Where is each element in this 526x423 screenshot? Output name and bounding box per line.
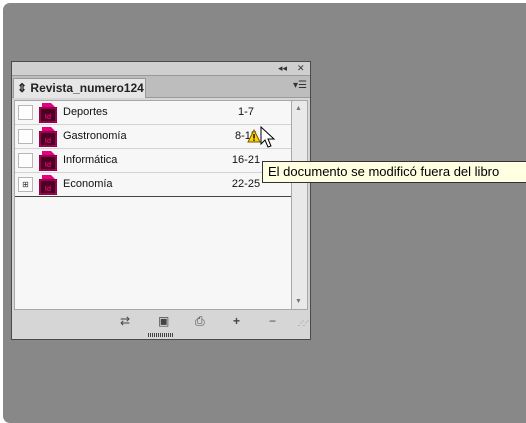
document-row[interactable]: ⊞ Id Economía 22-25 xyxy=(15,173,291,197)
panel-titlebar[interactable]: ◂◂ ✕ xyxy=(12,62,310,76)
indesign-document-icon: Id xyxy=(39,103,57,123)
document-row[interactable]: Id Informática 16-21 xyxy=(15,149,291,173)
indesign-document-icon: Id xyxy=(39,175,57,195)
indesign-document-icon: Id xyxy=(39,151,57,171)
add-document-icon[interactable]: + xyxy=(233,314,240,328)
resize-grip-icon[interactable]: ⋰⋰ xyxy=(298,320,309,327)
double-chevron-left-icon[interactable]: ◂◂ xyxy=(278,62,287,75)
panel-footer: ⇄ ▣ ⎙ + − ⋰⋰ xyxy=(12,312,310,330)
document-list: Id Deportes 1-7 Id Gastronomía 8-15 Id Informát… xyxy=(14,100,292,310)
mouse-cursor-icon xyxy=(260,126,276,148)
tab-sort-icon: ⇕ xyxy=(17,81,28,95)
style-source-icon: ⊞ xyxy=(22,180,29,189)
document-name: Gastronomía xyxy=(63,130,127,142)
scroll-down-icon[interactable]: ▼ xyxy=(295,298,302,305)
panel-drag-handle[interactable] xyxy=(148,333,174,337)
svg-text:Id: Id xyxy=(45,186,51,193)
save-icon[interactable]: ▣ xyxy=(158,314,169,328)
tooltip: El documento se modificó fuera del libro xyxy=(262,161,526,183)
indesign-document-icon: Id xyxy=(39,127,57,147)
panel-menu-icon[interactable]: ▾☰ xyxy=(293,80,307,92)
print-icon[interactable]: ⎙ xyxy=(195,314,205,328)
book-title: Revista_numero124 xyxy=(30,81,144,95)
scroll-up-icon[interactable]: ▲ xyxy=(295,105,302,112)
document-row[interactable]: Id Deportes 1-7 xyxy=(15,101,291,125)
remove-document-icon[interactable]: − xyxy=(269,314,276,328)
document-name: Deportes xyxy=(63,106,108,118)
book-panel: ◂◂ ✕ ⇕ Revista_numero124 ▾☰ Id Deportes 1-… xyxy=(11,61,311,340)
style-source-checkbox[interactable] xyxy=(18,153,33,168)
style-source-indicator[interactable]: ⊞ xyxy=(18,177,33,192)
document-pages: 1-7 xyxy=(238,106,254,118)
style-source-checkbox[interactable] xyxy=(18,105,33,120)
style-source-checkbox[interactable] xyxy=(18,129,33,144)
svg-text:Id: Id xyxy=(45,138,51,145)
panel-tab-row: ⇕ Revista_numero124 ▾☰ xyxy=(12,76,310,98)
svg-text:Id: Id xyxy=(45,114,51,121)
close-icon[interactable]: ✕ xyxy=(297,62,305,75)
scrollbar[interactable]: ▲ ▼ xyxy=(292,100,308,310)
warning-icon[interactable] xyxy=(247,129,261,143)
book-tab[interactable]: ⇕ Revista_numero124 xyxy=(13,78,146,98)
document-name: Informática xyxy=(63,154,118,166)
svg-text:Id: Id xyxy=(45,162,51,169)
document-row[interactable]: Id Gastronomía 8-15 xyxy=(15,125,291,149)
document-name: Economía xyxy=(63,178,113,190)
synchronize-icon[interactable]: ⇄ xyxy=(120,314,130,328)
